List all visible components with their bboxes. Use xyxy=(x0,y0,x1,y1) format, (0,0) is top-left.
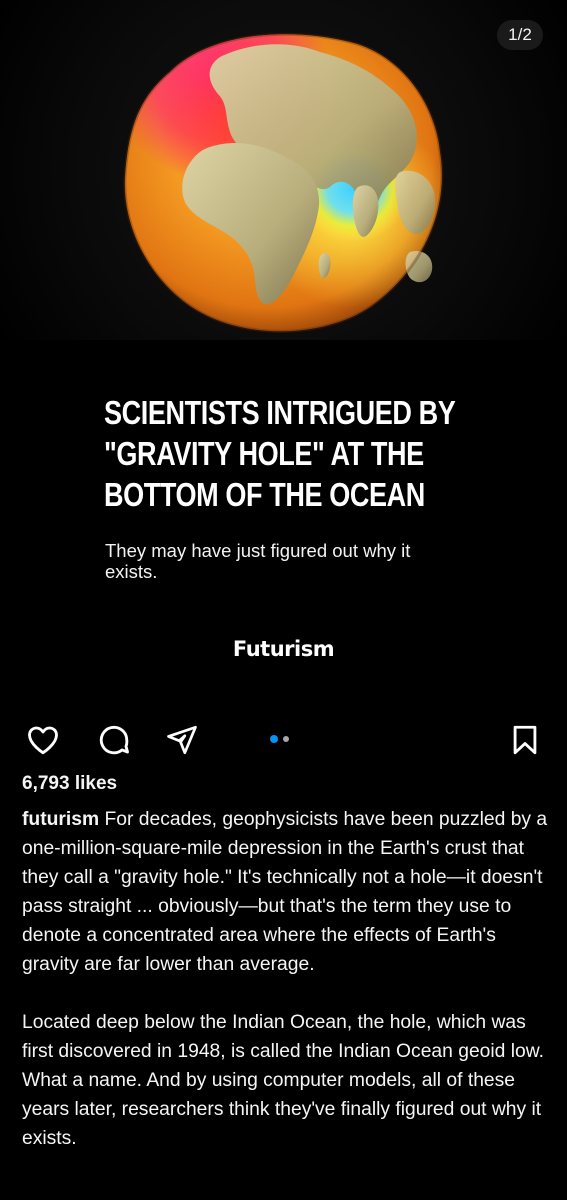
globe-illustration xyxy=(123,32,444,333)
comment-icon[interactable] xyxy=(94,720,134,760)
carousel-dot xyxy=(283,736,289,742)
geoid-globe-image xyxy=(0,0,567,340)
post-headline: SCIENTISTS INTRIGUED BY "GRAVITY HOLE" A… xyxy=(104,394,455,513)
post-subhead: They may have just figured out why it ex… xyxy=(105,540,411,582)
carousel-page-counter: 1/2 xyxy=(497,20,543,50)
caption-username[interactable]: futurism xyxy=(22,809,99,830)
caption-paragraph-1: futurism For decades, geophysicists have… xyxy=(22,805,550,979)
caption-text-1: For decades, geophysicists have been puz… xyxy=(22,809,548,975)
carousel-dots xyxy=(270,734,289,744)
share-icon[interactable] xyxy=(162,720,202,760)
caption-paragraph-2: Located deep below the Indian Ocean, the… xyxy=(22,1012,544,1149)
post-media[interactable]: 1/2 SCIENTISTS INTRIGUED BY "GRAVITY HOL… xyxy=(0,0,567,700)
post-caption: futurism For decades, geophysicists have… xyxy=(22,805,550,1153)
likes-count[interactable]: 6,793 likes xyxy=(22,773,117,795)
futurism-logo: Futurism xyxy=(232,637,335,661)
bookmark-icon[interactable] xyxy=(505,720,545,760)
post-action-bar xyxy=(0,710,567,764)
heart-icon[interactable] xyxy=(23,720,63,760)
carousel-dot-active xyxy=(270,735,278,743)
